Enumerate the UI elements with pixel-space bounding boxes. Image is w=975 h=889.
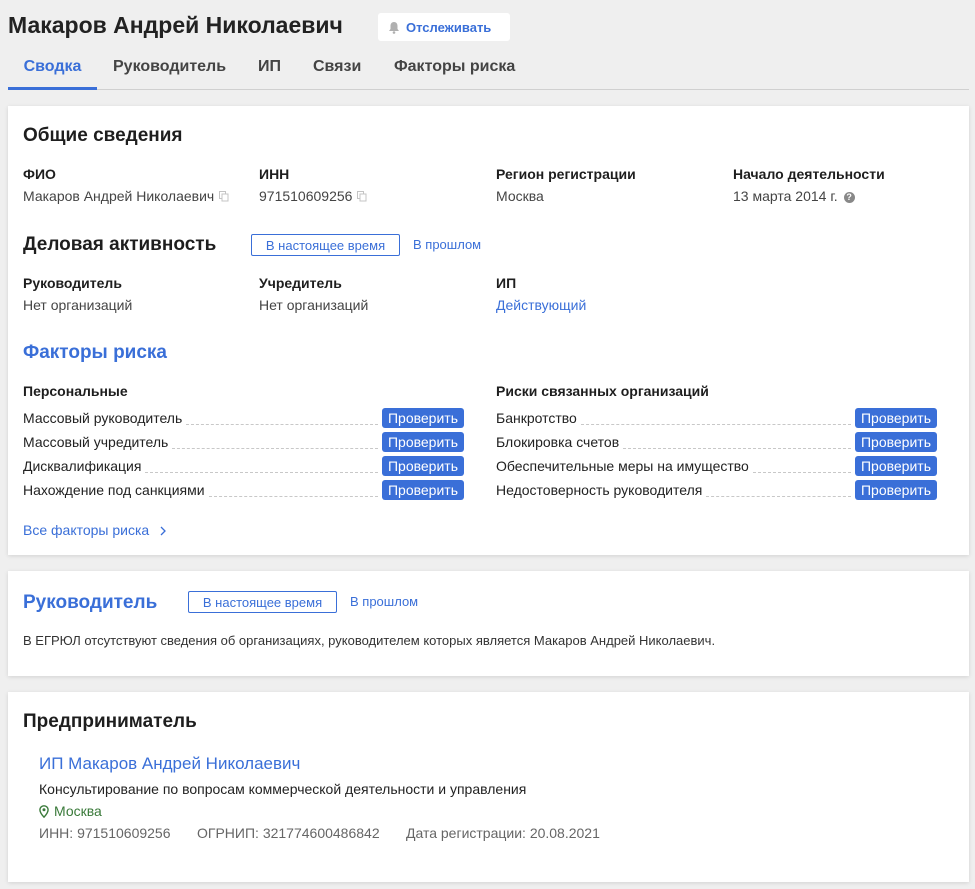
risk-name: Нахождение под санкциями <box>23 482 205 498</box>
risk-row: Нахождение под санкциями Проверить <box>23 480 464 500</box>
risks-personal-title: Персональные <box>23 383 128 399</box>
risk-name: Массовый учредитель <box>23 434 169 450</box>
check-button[interactable]: Проверить <box>855 456 937 476</box>
business-ip-link[interactable]: Действующий <box>496 297 586 313</box>
start-value: 13 марта 2014 г.? <box>733 188 855 204</box>
director-card: Руководитель В настоящее время В прошлом… <box>8 571 969 676</box>
director-past-toggle[interactable]: В прошлом <box>350 594 418 609</box>
risk-row: Блокировка счетов Проверить <box>496 432 937 452</box>
copy-icon[interactable] <box>219 189 229 205</box>
all-risks-label: Все факторы риска <box>23 522 150 538</box>
check-button[interactable]: Проверить <box>382 408 464 428</box>
region-value: Москва <box>496 188 544 204</box>
business-director-label: Руководитель <box>23 275 122 291</box>
follow-label: Отслеживать <box>406 19 492 35</box>
check-button[interactable]: Проверить <box>855 432 937 452</box>
start-text: 13 марта 2014 г. <box>733 188 838 204</box>
tab-summary[interactable]: Сводка <box>8 58 97 90</box>
business-founder-value: Нет организаций <box>259 297 369 313</box>
tab-director[interactable]: Руководитель <box>99 58 240 89</box>
ip-city-text: Москва <box>54 803 102 819</box>
business-past-toggle[interactable]: В прошлом <box>413 237 481 252</box>
risk-row: Массовый учредитель Проверить <box>23 432 464 452</box>
ip-ogrnip: ОГРНИП: 321774600486842 <box>197 825 380 841</box>
start-label: Начало деятельности <box>733 166 885 182</box>
all-risks-link[interactable]: Все факторы риска <box>23 522 167 538</box>
risk-row: Дисквалификация Проверить <box>23 456 464 476</box>
map-pin-icon <box>39 804 49 818</box>
ip-inn: ИНН: 971510609256 <box>39 825 171 841</box>
risk-name: Обеспечительные меры на имущество <box>496 458 749 474</box>
risk-row: Массовый руководитель Проверить <box>23 408 464 428</box>
help-icon[interactable]: ? <box>843 191 855 203</box>
ip-name-link[interactable]: ИП Макаров Андрей Николаевич <box>39 754 300 774</box>
general-title: Общие сведения <box>23 125 183 146</box>
check-button[interactable]: Проверить <box>382 456 464 476</box>
check-button[interactable]: Проверить <box>382 480 464 500</box>
check-button[interactable]: Проверить <box>382 432 464 452</box>
follow-button[interactable]: Отслеживать <box>378 13 510 41</box>
risk-name: Блокировка счетов <box>496 434 620 450</box>
ip-city: Москва <box>39 803 102 819</box>
risk-name: Массовый руководитель <box>23 410 183 426</box>
risk-row: Обеспечительные меры на имущество Провери… <box>496 456 937 476</box>
summary-card: Общие сведения ФИО Макаров Андрей Никола… <box>8 106 969 555</box>
tab-connections[interactable]: Связи <box>299 58 375 89</box>
risk-row: Банкротство Проверить <box>496 408 937 428</box>
tab-ip[interactable]: ИП <box>244 58 295 89</box>
business-founder-label: Учредитель <box>259 275 342 291</box>
entrepreneur-card: Предприниматель ИП Макаров Андрей Никола… <box>8 692 969 882</box>
director-title[interactable]: Руководитель <box>23 592 157 614</box>
risk-name: Дисквалификация <box>23 458 142 474</box>
business-now-toggle[interactable]: В настоящее время <box>251 234 400 256</box>
bell-icon <box>389 21 399 34</box>
tab-risk-factors[interactable]: Факторы риска <box>380 58 529 89</box>
business-ip-label: ИП <box>496 275 517 291</box>
risks-related-title: Риски связанных организаций <box>496 383 709 399</box>
page-header: Макаров Андрей Николаевич Отслеживать Св… <box>0 0 975 90</box>
risks-title[interactable]: Факторы риска <box>23 342 167 364</box>
risk-name: Банкротство <box>496 410 577 426</box>
business-director-value: Нет организаций <box>23 297 133 313</box>
ip-reg-date: Дата регистрации: 20.08.2021 <box>406 825 600 841</box>
inn-label: ИНН <box>259 166 290 182</box>
region-label: Регион регистрации <box>496 166 636 182</box>
director-text: В ЕГРЮЛ отсутствуют сведения об организа… <box>23 633 716 648</box>
entrepreneur-title: Предприниматель <box>23 711 197 732</box>
fio-label: ФИО <box>23 166 56 182</box>
business-title: Деловая активность <box>23 234 217 255</box>
tab-bar: Сводка Руководитель ИП Связи Факторы рис… <box>8 58 969 90</box>
director-now-toggle[interactable]: В настоящее время <box>188 591 337 613</box>
fio-text: Макаров Андрей Николаевич <box>23 188 215 204</box>
inn-text: 971510609256 <box>259 188 353 204</box>
copy-icon[interactable] <box>357 189 367 205</box>
risk-row: Недостоверность руководителя Проверить <box>496 480 937 500</box>
risk-name: Недостоверность руководителя <box>496 482 703 498</box>
check-button[interactable]: Проверить <box>855 408 937 428</box>
check-button[interactable]: Проверить <box>855 480 937 500</box>
page-title: Макаров Андрей Николаевич <box>8 12 343 38</box>
chevron-right-icon <box>160 526 167 536</box>
ip-activity: Консультирование по вопросам коммерческо… <box>39 781 527 797</box>
fio-value: Макаров Андрей Николаевич <box>23 188 229 205</box>
inn-value: 971510609256 <box>259 188 367 205</box>
